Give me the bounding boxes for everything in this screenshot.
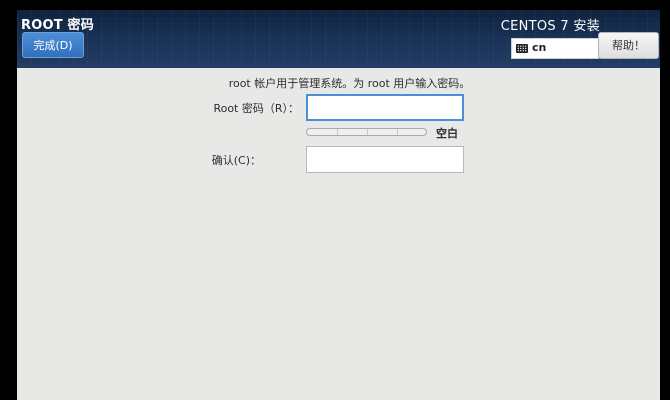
strength-bar-divider bbox=[397, 129, 398, 135]
done-button[interactable]: 完成(D) bbox=[22, 32, 84, 58]
confirm-label: 确认(C)： bbox=[211, 154, 261, 167]
installer-screen: ROOT 密码 完成(D) CENTOS 7 安装 cn 帮助！ root 帐户… bbox=[0, 0, 670, 400]
confirm-password-field[interactable] bbox=[306, 146, 464, 173]
password-strength-bar bbox=[306, 128, 427, 136]
help-button[interactable]: 帮助！ bbox=[598, 32, 659, 59]
keyboard-icon bbox=[516, 44, 528, 53]
header-bar: ROOT 密码 完成(D) CENTOS 7 安装 cn 帮助！ bbox=[17, 10, 660, 68]
strength-bar-divider bbox=[337, 129, 338, 135]
keyboard-layout-indicator[interactable]: cn bbox=[511, 38, 599, 59]
intro-text: root 帐户用于管理系统。为 root 用户输入密码。 bbox=[228, 77, 471, 90]
spoke-title: ROOT 密码 bbox=[21, 18, 94, 33]
product-title: CENTOS 7 安装 bbox=[500, 19, 600, 34]
password-label: Root 密码（R）： bbox=[213, 102, 299, 115]
keyboard-layout-label: cn bbox=[532, 41, 547, 54]
root-password-form: root 帐户用于管理系统。为 root 用户输入密码。 Root 密码（R）：… bbox=[17, 68, 660, 400]
strength-bar-divider bbox=[367, 129, 368, 135]
password-field[interactable] bbox=[306, 94, 464, 121]
password-strength-text: 空白 bbox=[436, 127, 458, 140]
